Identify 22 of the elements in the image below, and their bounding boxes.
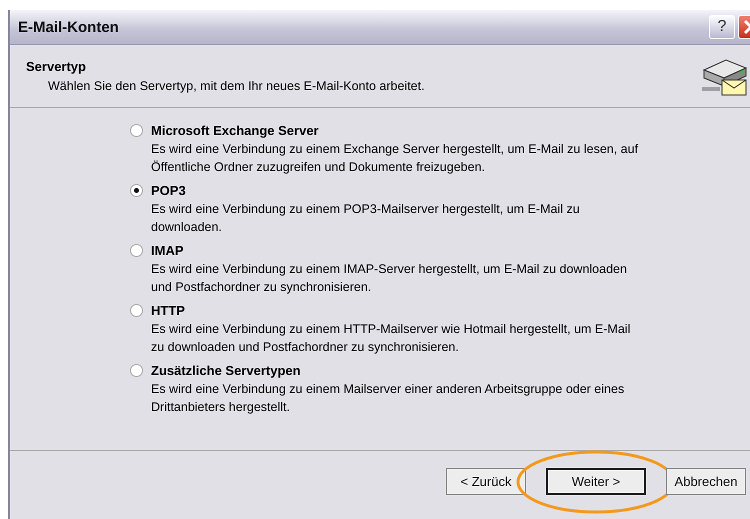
window-title: E-Mail-Konten bbox=[18, 18, 119, 36]
radio-button[interactable] bbox=[130, 244, 143, 256]
radio-button[interactable] bbox=[130, 364, 143, 376]
option-description: Es wird eine Verbindung zu einem Mailserver einer anderen Arbeitsgruppe oder eines Drittanbieters hergestellt. bbox=[150, 381, 626, 416]
help-button[interactable]: ? bbox=[709, 15, 735, 39]
option-description: Es wird eine Verbindung zu einem POP3-Mailserver hergestellt, um E-Mail zu downloaden. bbox=[150, 201, 581, 236]
dialog-button[interactable]: Abbrechen bbox=[666, 468, 746, 494]
radio-button[interactable] bbox=[130, 304, 143, 316]
page-subtitle: Wählen Sie den Servertyp, mit dem Ihr neues E-Mail-Konto arbeitet. bbox=[47, 79, 425, 93]
radio-button[interactable] bbox=[130, 184, 143, 196]
option-label[interactable]: Zusätzliche Servertypen bbox=[151, 362, 301, 378]
page-title: Servertyp bbox=[26, 59, 87, 74]
option-label[interactable]: Microsoft Exchange Server bbox=[151, 122, 319, 138]
option-description: Es wird eine Verbindung zu einem HTTP-Mailserver wie Hotmail hergestellt, um E-Mail zu downloaden und Postfachordner zu synchronisieren. bbox=[150, 321, 632, 356]
dialog-button[interactable]: < Zurück bbox=[446, 468, 526, 494]
option-label[interactable]: POP3 bbox=[151, 182, 186, 198]
option-label[interactable]: IMAP bbox=[151, 242, 184, 258]
option-description: Es wird eine Verbindung zu einem IMAP-Server hergestellt, um E-Mail zu downloaden und Postfachordner zu synchronisieren. bbox=[150, 261, 628, 296]
option-description: Es wird eine Verbindung zu einem Exchange Server hergestellt, um E-Mail zu lesen, auf Öffentliche Ordner zuzugreifen und Dokumente freizugeben. bbox=[150, 141, 640, 176]
dialog-button[interactable]: Weiter > bbox=[546, 468, 646, 494]
radio-button[interactable] bbox=[130, 124, 143, 136]
option-label[interactable]: HTTP bbox=[151, 302, 185, 318]
